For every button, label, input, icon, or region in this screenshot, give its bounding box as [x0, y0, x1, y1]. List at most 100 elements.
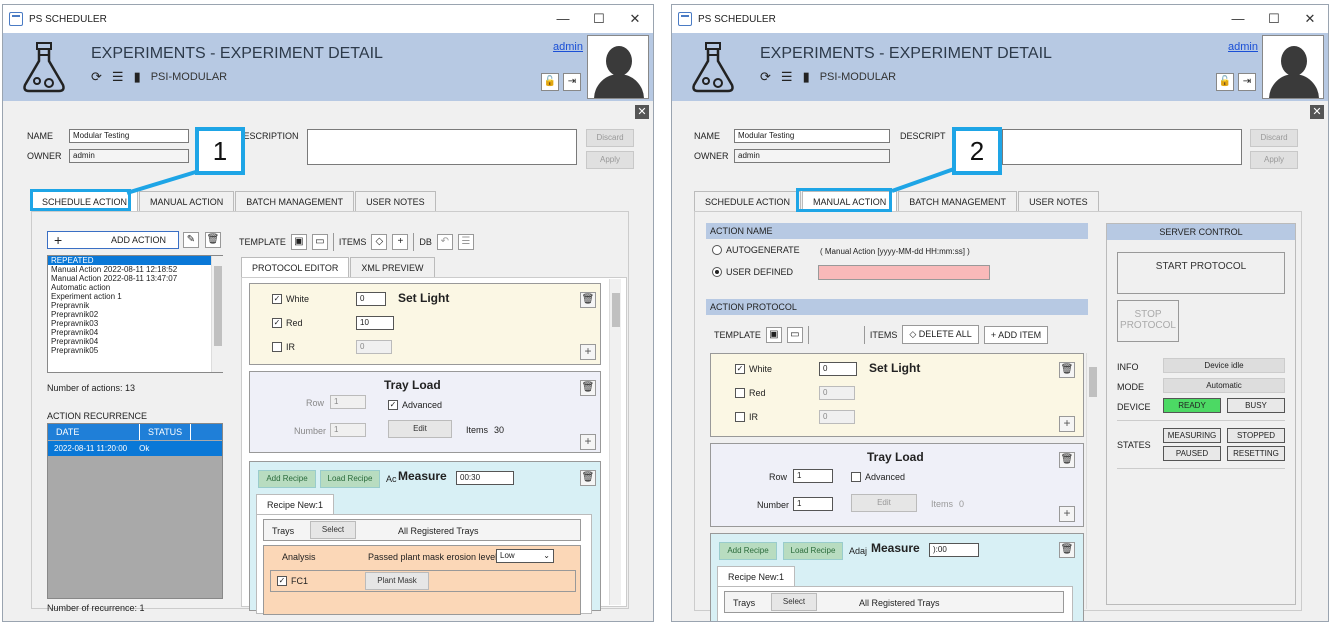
row-value[interactable]: 1 — [330, 395, 366, 409]
trash-icon[interactable]: 🗑 — [1059, 542, 1075, 558]
device-icon[interactable]: ▮ — [803, 69, 810, 85]
lock-icon[interactable]: 🔓 — [541, 73, 559, 91]
tab-recipe-new[interactable]: Recipe New:1 — [717, 566, 796, 587]
minimize-button[interactable]: — — [545, 11, 581, 27]
list-item[interactable]: Prepravnik02 — [48, 310, 222, 319]
stop-protocol-button[interactable]: STOP PROTOCOL — [1117, 300, 1179, 342]
close-button[interactable]: ✕ — [1292, 11, 1328, 27]
add-action-button[interactable]: + ADD ACTION — [47, 231, 179, 249]
select-button[interactable]: Select — [310, 521, 356, 539]
user-link[interactable]: admin — [553, 41, 583, 53]
apply-button[interactable]: Apply — [586, 151, 634, 169]
tab-recipe-new[interactable]: Recipe New:1 — [256, 494, 335, 515]
add-recipe-button[interactable]: Add Recipe — [258, 470, 316, 488]
user-link[interactable]: admin — [1228, 41, 1258, 53]
list-item[interactable]: Prepravnik — [48, 301, 222, 310]
list-item[interactable]: Manual Action 2022-08-11 13:47:07 — [48, 274, 222, 283]
trash-icon[interactable]: 🗑 — [580, 292, 596, 308]
trash-icon[interactable]: 🗑 — [580, 380, 596, 396]
eraser-icon[interactable]: ◇ — [371, 234, 388, 250]
autogenerate-radio[interactable] — [712, 245, 722, 255]
list-item[interactable]: REPEATED — [48, 256, 222, 265]
actions-list[interactable]: REPEATED Manual Action 2022-08-11 12:18:… — [47, 255, 223, 373]
delete-all-button[interactable]: ◇ DELETE ALL — [902, 325, 979, 344]
plus-icon[interactable]: + — [1059, 416, 1075, 432]
ir-checkbox[interactable] — [272, 342, 282, 352]
list-item[interactable]: Manual Action 2022-08-11 12:18:52 — [48, 265, 222, 274]
trash-icon[interactable]: 🗑 — [580, 470, 596, 486]
save-icon[interactable]: ▣ — [765, 326, 782, 343]
save-icon[interactable]: ▣ — [290, 234, 307, 250]
maximize-button[interactable]: ☐ — [581, 11, 617, 27]
trash-icon[interactable]: 🗑 — [1059, 362, 1075, 378]
editor-scrollbar[interactable] — [1086, 353, 1098, 609]
owner-field[interactable]: admin — [69, 149, 189, 163]
tab-batch-management[interactable]: BATCH MANAGEMENT — [235, 191, 355, 212]
close-panel-icon[interactable]: ✕ — [1310, 105, 1324, 119]
plus-icon[interactable]: + — [580, 344, 596, 360]
add-item-icon[interactable]: + — [392, 234, 409, 250]
apply-button[interactable]: Apply — [1250, 151, 1298, 169]
advanced-checkbox[interactable] — [851, 472, 861, 482]
erosion-select[interactable]: Low ⌄ — [496, 549, 554, 563]
red-value[interactable]: 0 — [819, 386, 855, 400]
name-field[interactable]: Modular Testing — [734, 129, 890, 143]
discard-button[interactable]: Discard — [1250, 129, 1298, 147]
time-input[interactable]: ):00 — [929, 543, 979, 557]
load-recipe-button[interactable]: Load Recipe — [783, 542, 843, 560]
tab-user-notes[interactable]: USER NOTES — [1018, 191, 1099, 212]
row-value[interactable]: 1 — [793, 469, 833, 483]
trash-icon[interactable]: 🗑 — [1059, 452, 1075, 468]
white-checkbox[interactable]: ✓ — [735, 364, 745, 374]
description-field[interactable] — [1002, 129, 1242, 165]
select-button[interactable]: Select — [771, 593, 817, 611]
database-icon[interactable]: ☰ — [781, 69, 793, 85]
folder-icon[interactable]: ▭ — [311, 234, 328, 250]
logout-icon[interactable]: ⇥ — [1238, 73, 1256, 91]
undo-icon[interactable]: ↶ — [436, 234, 453, 250]
close-button[interactable]: ✕ — [617, 11, 653, 27]
white-value[interactable]: 0 — [819, 362, 857, 376]
plus-icon[interactable]: + — [580, 434, 596, 450]
red-checkbox[interactable]: ✓ — [272, 318, 282, 328]
minimize-button[interactable]: — — [1220, 11, 1256, 27]
maximize-button[interactable]: ☐ — [1256, 11, 1292, 27]
white-checkbox[interactable]: ✓ — [272, 294, 282, 304]
actions-scrollbar[interactable] — [211, 256, 223, 372]
col-date[interactable]: DATE — [48, 424, 140, 440]
tab-schedule-action[interactable]: SCHEDULE ACTION — [694, 191, 802, 212]
col-status[interactable]: STATUS — [140, 424, 192, 440]
list-item[interactable]: Prepravnik05 — [48, 346, 222, 355]
description-field[interactable] — [307, 129, 577, 165]
start-protocol-button[interactable]: START PROTOCOL — [1117, 252, 1285, 294]
tab-user-notes[interactable]: USER NOTES — [355, 191, 436, 212]
edit-button[interactable]: Edit — [851, 494, 917, 512]
owner-field[interactable]: admin — [734, 149, 890, 163]
action-name-input[interactable] — [818, 265, 990, 280]
user-defined-radio[interactable] — [712, 267, 722, 277]
number-value[interactable]: 1 — [330, 423, 366, 437]
database-icon[interactable]: ☰ — [112, 69, 124, 85]
editor-scrollbar[interactable] — [609, 279, 621, 605]
trash-icon[interactable]: 🗑 — [205, 232, 221, 248]
red-value[interactable]: 10 — [356, 316, 394, 330]
add-recipe-button[interactable]: Add Recipe — [719, 542, 777, 560]
device-icon[interactable]: ▮ — [134, 69, 141, 85]
edit-icon[interactable]: ✎ — [183, 232, 199, 248]
refresh-icon[interactable]: ⟳ — [91, 69, 102, 85]
name-field[interactable]: Modular Testing — [69, 129, 189, 143]
lock-icon[interactable]: 🔓 — [1216, 73, 1234, 91]
tab-protocol-editor[interactable]: PROTOCOL EDITOR — [241, 257, 350, 278]
list-item[interactable]: Prepravnik04 — [48, 337, 222, 346]
plant-mask-button[interactable]: Plant Mask — [365, 572, 429, 590]
tab-xml-preview[interactable]: XML PREVIEW — [350, 257, 435, 278]
red-checkbox[interactable] — [735, 388, 745, 398]
list-item[interactable]: Experiment action 1 — [48, 292, 222, 301]
logout-icon[interactable]: ⇥ — [563, 73, 581, 91]
list-item[interactable]: Prepravnik03 — [48, 319, 222, 328]
number-value[interactable]: 1 — [793, 497, 833, 511]
db-icon[interactable]: ☰ — [457, 234, 474, 250]
edit-button[interactable]: Edit — [388, 420, 452, 438]
time-input[interactable]: 00:30 — [456, 471, 514, 485]
ir-checkbox[interactable] — [735, 412, 745, 422]
